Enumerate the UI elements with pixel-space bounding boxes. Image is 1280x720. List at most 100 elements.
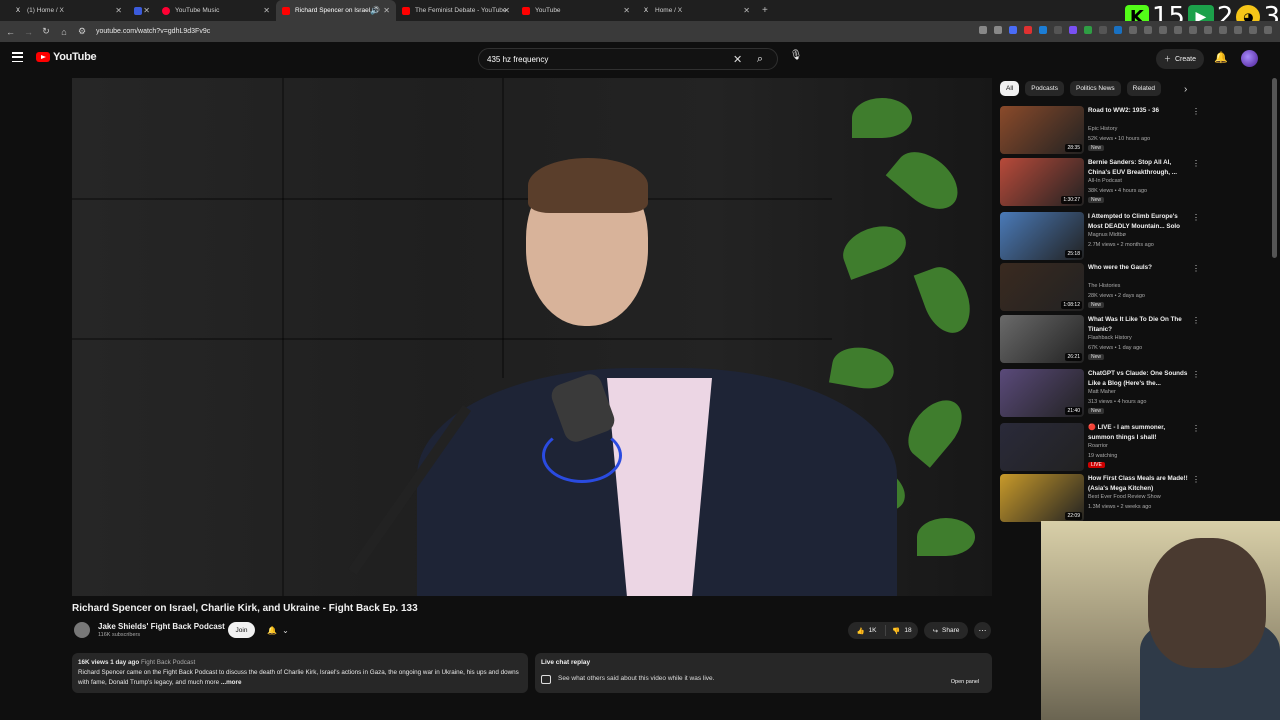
recommendation-item[interactable]: 22:09 How First Class Meals are Made!! (A… xyxy=(1000,474,1200,522)
page-scrollbar[interactable] xyxy=(1272,78,1277,258)
close-icon[interactable]: ✕ xyxy=(263,6,270,15)
recommendation-channel-name[interactable]: Magnus Midtbø xyxy=(1088,232,1126,238)
chevron-right-icon[interactable]: › xyxy=(1184,84,1187,95)
recommendation-video-title[interactable]: Bernie Sanders: Stop All AI, China's EUV… xyxy=(1088,158,1188,178)
channel-name[interactable]: Jake Shields' Fight Back Podcast xyxy=(98,622,225,631)
share-button[interactable]: ↪ Share xyxy=(924,622,968,639)
create-button[interactable]: ＋ Create xyxy=(1156,49,1204,69)
close-icon[interactable]: ✕ xyxy=(383,6,390,15)
recommendation-item[interactable]: 1:30:27 Bernie Sanders: Stop All AI, Chin… xyxy=(1000,158,1200,206)
extension-icon[interactable] xyxy=(1099,26,1107,34)
recommendation-item[interactable]: 🔴 LIVE - I am summoner, summon things I … xyxy=(1000,423,1200,471)
extension-icon[interactable] xyxy=(1144,26,1152,34)
forward-icon[interactable]: → xyxy=(24,27,33,37)
extension-icon[interactable] xyxy=(1204,26,1212,34)
close-icon[interactable]: ✕ xyxy=(115,6,122,15)
recommendation-video-title[interactable]: What Was It Like To Die On The Titanic? xyxy=(1088,315,1188,335)
join-button[interactable]: Join xyxy=(228,622,255,638)
more-options-icon[interactable]: ⋮ xyxy=(1192,370,1200,379)
notifications-bell-icon[interactable]: 🔔 xyxy=(1214,51,1228,64)
recommendation-video-title[interactable]: Road to WW2: 1935 - 36 xyxy=(1088,106,1188,116)
reload-icon[interactable]: ↻ xyxy=(42,26,50,37)
more-actions-button[interactable]: ⋯ xyxy=(974,622,991,639)
home-icon[interactable]: ⌂ xyxy=(60,27,68,37)
like-button[interactable]: 👍 1K xyxy=(848,625,886,636)
more-options-icon[interactable]: ⋮ xyxy=(1192,316,1200,325)
more-options-icon[interactable]: ⋮ xyxy=(1192,264,1200,273)
extension-icon[interactable] xyxy=(1219,26,1227,34)
chip-politics-news[interactable]: Politics News xyxy=(1069,81,1121,96)
more-options-icon[interactable]: ⋮ xyxy=(1192,213,1200,222)
back-icon[interactable]: ← xyxy=(6,27,15,37)
recommendation-item[interactable]: 26:21 What Was It Like To Die On The Tita… xyxy=(1000,315,1200,363)
video-thumbnail[interactable]: 28:35 xyxy=(1000,106,1084,154)
microphone-icon[interactable]: 🎙 xyxy=(788,50,804,66)
description-box[interactable]: 16K views 1 day ago Fight Back Podcast R… xyxy=(72,653,528,693)
site-info-icon[interactable]: ⚙ xyxy=(78,26,86,37)
audio-icon[interactable]: 🔊 xyxy=(370,6,380,15)
chip-podcasts[interactable]: Podcasts xyxy=(1025,81,1064,96)
more-options-icon[interactable]: ⋮ xyxy=(1192,159,1200,168)
open-panel-button[interactable]: Open panel xyxy=(942,675,988,688)
video-player[interactable] xyxy=(72,78,992,596)
subscription-bell-button[interactable]: 🔔 ⌄ xyxy=(260,623,296,638)
recommendation-item[interactable]: 1:08:12 Who were the Gauls? The Histories 2… xyxy=(1000,263,1200,311)
recommendation-channel-name[interactable]: Roarrior xyxy=(1088,443,1108,449)
recommendation-video-title[interactable]: 🔴 LIVE - I am summoner, summon things I … xyxy=(1088,423,1188,443)
recommendation-channel-name[interactable]: Best Ever Food Review Show xyxy=(1088,494,1161,500)
recommendation-channel-name[interactable]: Flashback History xyxy=(1088,335,1132,341)
extension-icon[interactable] xyxy=(1234,26,1242,34)
tab-current-video[interactable]: Richard Spencer on Israel, C 🔊 ✕ xyxy=(276,0,396,21)
extension-icon[interactable] xyxy=(1264,26,1272,34)
menu-icon[interactable] xyxy=(12,52,23,62)
extension-icon[interactable] xyxy=(1189,26,1197,34)
youtube-logo[interactable]: YouTube xyxy=(36,51,97,63)
extension-icon[interactable] xyxy=(979,26,987,34)
more-options-icon[interactable]: ⋮ xyxy=(1192,107,1200,116)
search-icon[interactable]: ⌕ xyxy=(743,49,777,69)
recommendation-item[interactable]: 21:40 ChatGPT vs Claude: One Sounds Like … xyxy=(1000,369,1200,417)
recommendation-item[interactable]: 25:18 I Attempted to Climb Europe's Most … xyxy=(1000,212,1200,260)
tab-home-x[interactable]: X (1) Home / X ✕ xyxy=(8,0,128,21)
extension-icon[interactable] xyxy=(1129,26,1137,34)
channel-avatar[interactable] xyxy=(74,622,90,638)
extension-icon[interactable] xyxy=(1069,26,1077,34)
url-field[interactable]: youtube.com/watch?v=gdhL9d3Fv9c xyxy=(96,28,210,35)
recommendation-video-title[interactable]: I Attempted to Climb Europe's Most DEADL… xyxy=(1088,212,1188,232)
close-icon[interactable]: ✕ xyxy=(503,6,510,15)
video-thumbnail[interactable]: 25:18 xyxy=(1000,212,1084,260)
extension-icon[interactable] xyxy=(1249,26,1257,34)
more-options-icon[interactable]: ⋮ xyxy=(1192,424,1200,433)
recommendation-item[interactable]: 28:35 Road to WW2: 1935 - 36 Epic History 5… xyxy=(1000,106,1200,154)
video-thumbnail[interactable] xyxy=(1000,423,1084,471)
recommendation-channel-name[interactable]: The Histories xyxy=(1088,283,1120,289)
recommendation-video-title[interactable]: ChatGPT vs Claude: One Sounds Like a Blo… xyxy=(1088,369,1188,389)
bookmark-star-icon[interactable] xyxy=(994,26,1002,34)
recommendation-video-title[interactable]: Who were the Gauls? xyxy=(1088,263,1188,273)
chip-all[interactable]: All xyxy=(1000,81,1020,96)
extension-icon[interactable] xyxy=(1084,26,1092,34)
tab-youtube[interactable]: YouTube ✕ xyxy=(516,0,636,21)
account-avatar[interactable] xyxy=(1241,50,1258,67)
video-thumbnail[interactable]: 21:40 xyxy=(1000,369,1084,417)
video-thumbnail[interactable]: 22:09 xyxy=(1000,474,1084,522)
close-icon[interactable]: ✕ xyxy=(143,6,150,15)
recommendation-channel-name[interactable]: Matt Maher xyxy=(1088,389,1116,395)
extension-icon[interactable] xyxy=(1159,26,1167,34)
recommendation-video-title[interactable]: How First Class Meals are Made!! (Asia's… xyxy=(1088,474,1188,494)
search-input[interactable] xyxy=(487,54,727,64)
description-more-link[interactable]: ...more xyxy=(221,679,242,686)
recommendation-channel-name[interactable]: Epic History xyxy=(1088,126,1117,132)
recommendation-channel-name[interactable]: All-In Podcast xyxy=(1088,178,1122,184)
extension-icon[interactable] xyxy=(1039,26,1047,34)
dislike-button[interactable]: 👎 18 xyxy=(886,627,918,635)
tab-feminist-debate[interactable]: The Feminist Debate - YouTube ✕ xyxy=(396,0,516,21)
close-icon[interactable]: ✕ xyxy=(743,6,750,15)
new-tab-button[interactable]: + xyxy=(762,5,768,16)
tab-youtube-music[interactable]: YouTube Music ✕ xyxy=(156,0,276,21)
more-options-icon[interactable]: ⋮ xyxy=(1192,475,1200,484)
extension-icon[interactable] xyxy=(1009,26,1017,34)
close-icon[interactable]: ✕ xyxy=(623,6,630,15)
video-thumbnail[interactable]: 26:21 xyxy=(1000,315,1084,363)
extension-icon[interactable] xyxy=(1114,26,1122,34)
